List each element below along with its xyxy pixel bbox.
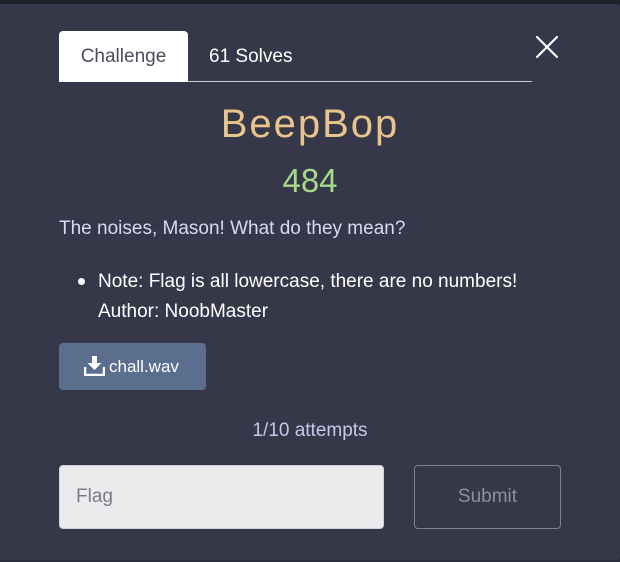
tab-solves[interactable]: 61 Solves <box>209 31 292 82</box>
challenge-modal: Challenge 61 Solves BeepBop 484 The nois… <box>0 4 620 560</box>
download-file-button[interactable]: chall.wav <box>59 343 206 390</box>
download-file-label: chall.wav <box>109 357 179 376</box>
tab-challenge[interactable]: Challenge <box>59 31 188 82</box>
close-icon <box>535 35 559 59</box>
attempts-counter: 1/10 attempts <box>252 420 368 441</box>
submit-button[interactable]: Submit <box>414 465 561 529</box>
note-list-item: Note: Flag is all lowercase, there are n… <box>98 267 517 327</box>
flag-input[interactable] <box>59 465 384 529</box>
challenge-description: The noises, Mason! What do they mean? <box>59 218 406 239</box>
bullet-dot <box>78 278 85 285</box>
note-line: Note: Flag is all lowercase, there are n… <box>98 271 518 292</box>
author-line: Author: NoobMaster <box>98 301 269 322</box>
download-icon <box>84 356 105 376</box>
challenge-points: 484 <box>282 162 338 199</box>
close-button[interactable] <box>533 33 561 61</box>
challenge-title: BeepBop <box>220 102 400 146</box>
modal-tabs: Challenge 61 Solves <box>59 31 532 82</box>
